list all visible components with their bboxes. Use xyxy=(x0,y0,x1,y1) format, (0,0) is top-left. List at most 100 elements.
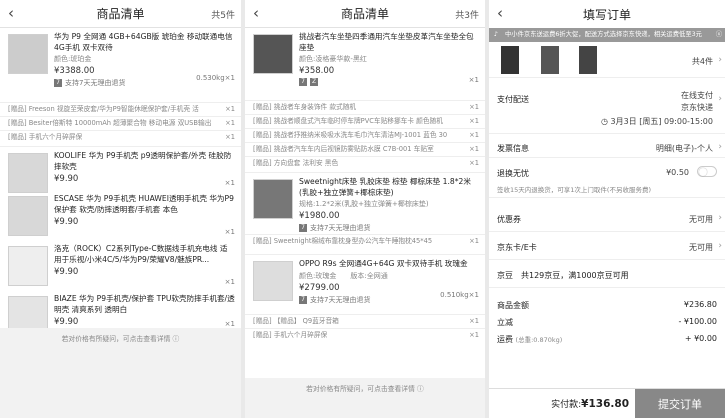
bean-row: 京豆 共129京豆，满1000京豆可用 xyxy=(489,262,725,288)
product-price: ¥358.00 xyxy=(299,66,335,76)
payment-method: 在线支付 xyxy=(681,91,713,100)
bell-icon: ♪ xyxy=(494,31,499,38)
product-image xyxy=(541,46,559,74)
chevron-right-icon: › xyxy=(718,241,722,251)
product-qty: ×1 xyxy=(224,228,235,236)
product-image xyxy=(501,46,519,74)
header: ‹ 商品清单 共5件 xyxy=(0,0,241,28)
invoice-value: 明细(电子)-个人 xyxy=(655,144,713,153)
product-item[interactable]: 挑战者汽车坐垫四季通用汽车坐垫皮革汽车坐垫全包座垫 颜色:凌格豪华款-黑红 ¥3… xyxy=(245,28,485,94)
product-price: ¥9.90 xyxy=(54,317,79,327)
price-footer[interactable]: 若对价格有所疑问，可点击查看详情 ⓘ xyxy=(0,328,241,418)
product-attr: 规格:1.2*2米(乳胶+独立弹簧+椰棕床垫) xyxy=(299,200,429,208)
product-item[interactable]: Sweetnight床垫 乳胶床垫 棕垫 椰棕床垫 1.8*2米 (乳胶+独立弹… xyxy=(245,172,485,234)
chevron-right-icon: › xyxy=(718,142,722,152)
insurance-row[interactable]: 退换无忧 ¥0.50 签收15天内退换货，可享1次上门取件(不另收服务费) xyxy=(489,162,725,198)
badge-icon: 7 xyxy=(299,78,307,86)
header: ‹ 商品清单 共3件 xyxy=(245,0,485,28)
coupon-label: 优惠券 xyxy=(497,215,521,224)
giftcard-row[interactable]: 京东卡/E卡 无可用 › xyxy=(489,234,725,260)
giftcard-label: 京东卡/E卡 xyxy=(497,243,537,252)
freight-value: + ¥0.00 xyxy=(684,334,717,343)
express-method: 京东快递 xyxy=(681,103,713,112)
product-qty: ×1 xyxy=(224,179,235,187)
delivery-row[interactable]: 支付配送 在线支付 京东快递 ◷ 3月3日 [周五] 09:00-15:00 › xyxy=(489,80,725,134)
amount-summary: 商品金额 ¥236.80 立减 - ¥100.00 运费 (总重:0.870kg… xyxy=(489,292,725,352)
product-name: 洛克（ROCK）C2系列Type-C数据线手机充电线 适用于乐视/小米4C/5/… xyxy=(54,244,228,264)
checkout-bar: 实付款:¥136.80 提交订单 xyxy=(489,388,725,418)
product-image xyxy=(253,179,293,219)
product-list-panel-1: ‹ 商品清单 共5件 华为 P9 全网通 4GB+64GB版 琥珀金 移动联通电… xyxy=(0,0,241,418)
product-image xyxy=(253,261,293,301)
insurance-label: 退换无忧 xyxy=(497,169,529,178)
giftcard-value: 无可用 xyxy=(689,243,713,252)
product-count: 共4件 xyxy=(691,57,713,66)
freight-label: 运费 (总重:0.870kg) xyxy=(497,335,563,344)
gift-row: [赠品] 挑战者车身装饰件 款式随机 ×1 xyxy=(245,100,485,114)
insurance-price: ¥0.50 xyxy=(666,168,689,177)
gift-row: [赠品] 方向盘套 法利安 黑色 ×1 xyxy=(245,156,485,170)
chevron-right-icon: › xyxy=(718,213,722,223)
gift-row: [赠品] Sweetnight棉绒布靠枕身型办公汽车午睡抱枕45*45 ×1 xyxy=(245,234,485,248)
price-footer[interactable]: 若对价格有所疑问，可点击查看详情 ⓘ xyxy=(245,378,485,418)
product-image xyxy=(579,46,597,74)
service-note: 7Z xyxy=(299,78,479,86)
product-attr: 颜色:玫瑰金 版本:全网通 xyxy=(299,271,388,280)
product-name: ESCASE 华为 P9手机壳 HUAWEI透明手机壳 华为P9保护套 软壳/防… xyxy=(54,194,234,214)
product-weight: 0.510kg×1 xyxy=(440,291,479,299)
back-arrow-icon[interactable]: ‹ xyxy=(8,4,14,22)
product-thumbnails[interactable]: 共4件 › xyxy=(489,44,725,78)
return-icon: 7 xyxy=(299,295,307,304)
gift-row: [赠品] 手机六个月碎屏保 ×1 xyxy=(0,130,241,144)
order-form-panel: ‹ 填写订单 ♪ 中小件京东送运费6折大促，配送方式选择京东快递，相关运费低至3元… xyxy=(489,0,725,418)
discount-value: - ¥100.00 xyxy=(678,317,717,326)
service-note: 7 支持7天无理由退货 xyxy=(299,223,479,233)
product-item[interactable]: ESCASE 华为 P9手机壳 HUAWEI透明手机壳 华为P9保护套 软壳/防… xyxy=(0,190,241,240)
back-arrow-icon[interactable]: ‹ xyxy=(497,4,503,22)
back-arrow-icon[interactable]: ‹ xyxy=(253,4,259,22)
gift-row: [赠品] Freeson 视旋至荣皮套/华为P9智能休眠保护套/手机壳 活 ×1 xyxy=(0,102,241,116)
product-weight: 0.530kg×1 xyxy=(196,74,235,82)
product-qty: ×1 xyxy=(224,278,235,286)
product-price: ¥9.90 xyxy=(54,217,79,227)
delivery-time: ◷ 3月3日 [周五] 09:00-15:00 xyxy=(600,117,713,126)
submit-order-button[interactable]: 提交订单 xyxy=(635,389,725,418)
insurance-toggle[interactable] xyxy=(697,166,717,177)
product-item[interactable]: OPPO R9s 全网通4G+64G 双卡双待手机 玫瑰金 颜色:玫瑰金 版本:… xyxy=(245,254,485,314)
invoice-row[interactable]: 发票信息 明细(电子)-个人 › xyxy=(489,138,725,158)
bean-label: 京豆 共129京豆，满1000京豆可用 xyxy=(497,271,629,280)
product-name: 挑战者汽车坐垫四季通用汽车坐垫皮革汽车坐垫全包座垫 xyxy=(299,32,474,52)
product-image xyxy=(8,246,48,286)
product-image xyxy=(8,196,48,236)
product-image xyxy=(253,34,293,74)
return-icon: 7 xyxy=(54,79,62,87)
close-icon[interactable]: ⓧ xyxy=(716,28,722,42)
amount-label: 商品金额 xyxy=(497,301,529,310)
product-qty: ×1 xyxy=(468,76,479,84)
gift-row: [赠品] Besiter倍斯特 10000mAh 超薄聚合物 移动电源 双USB… xyxy=(0,116,241,130)
discount-label: 立减 xyxy=(497,318,513,327)
product-name: 华为 P9 全网通 4GB+64GB版 琥珀金 移动联通电信4G手机 双卡双待 xyxy=(54,32,233,52)
product-item[interactable]: 洛克（ROCK）C2系列Type-C数据线手机充电线 适用于乐视/小米4C/5/… xyxy=(0,240,241,290)
product-qty: ×1 xyxy=(224,320,235,328)
invoice-label: 发票信息 xyxy=(497,144,529,153)
product-image xyxy=(8,34,48,74)
item-count: 共5件 xyxy=(211,11,235,21)
product-price: ¥9.90 xyxy=(54,267,79,277)
notice-banner: ♪ 中小件京东送运费6折大促，配送方式选择京东快递，相关运费低至3元 ⓧ xyxy=(489,28,725,42)
total-paid: 实付款:¥136.80 xyxy=(551,398,629,410)
product-price: ¥1980.00 xyxy=(299,211,340,221)
product-name: BIAZE 华为 P9手机壳/保护套 TPU软壳防摔手机套/透明壳 清爽系列 透… xyxy=(54,294,235,314)
product-item[interactable]: KOOLIFE 华为 P9手机壳 p9透明保护套/外壳 硅胶防摔软壳 ¥9.90… xyxy=(0,146,241,193)
item-count: 共3件 xyxy=(455,11,479,21)
product-attr: 颜色:凌格豪华款-黑红 xyxy=(299,55,367,63)
product-name: OPPO R9s 全网通4G+64G 双卡双待手机 玫瑰金 xyxy=(299,259,468,268)
chevron-right-icon: › xyxy=(718,94,722,104)
page-title: 商品清单 xyxy=(340,7,389,21)
amount-value: ¥236.80 xyxy=(683,300,717,309)
product-item[interactable]: 华为 P9 全网通 4GB+64GB版 琥珀金 移动联通电信4G手机 双卡双待 … xyxy=(0,28,241,94)
badge-icon: Z xyxy=(310,78,318,86)
coupon-row[interactable]: 优惠券 无可用 › xyxy=(489,206,725,232)
product-image xyxy=(8,153,48,193)
gift-row: [赠品] 【赠品】 Q9蓝牙音箱 ×1 xyxy=(245,314,485,328)
